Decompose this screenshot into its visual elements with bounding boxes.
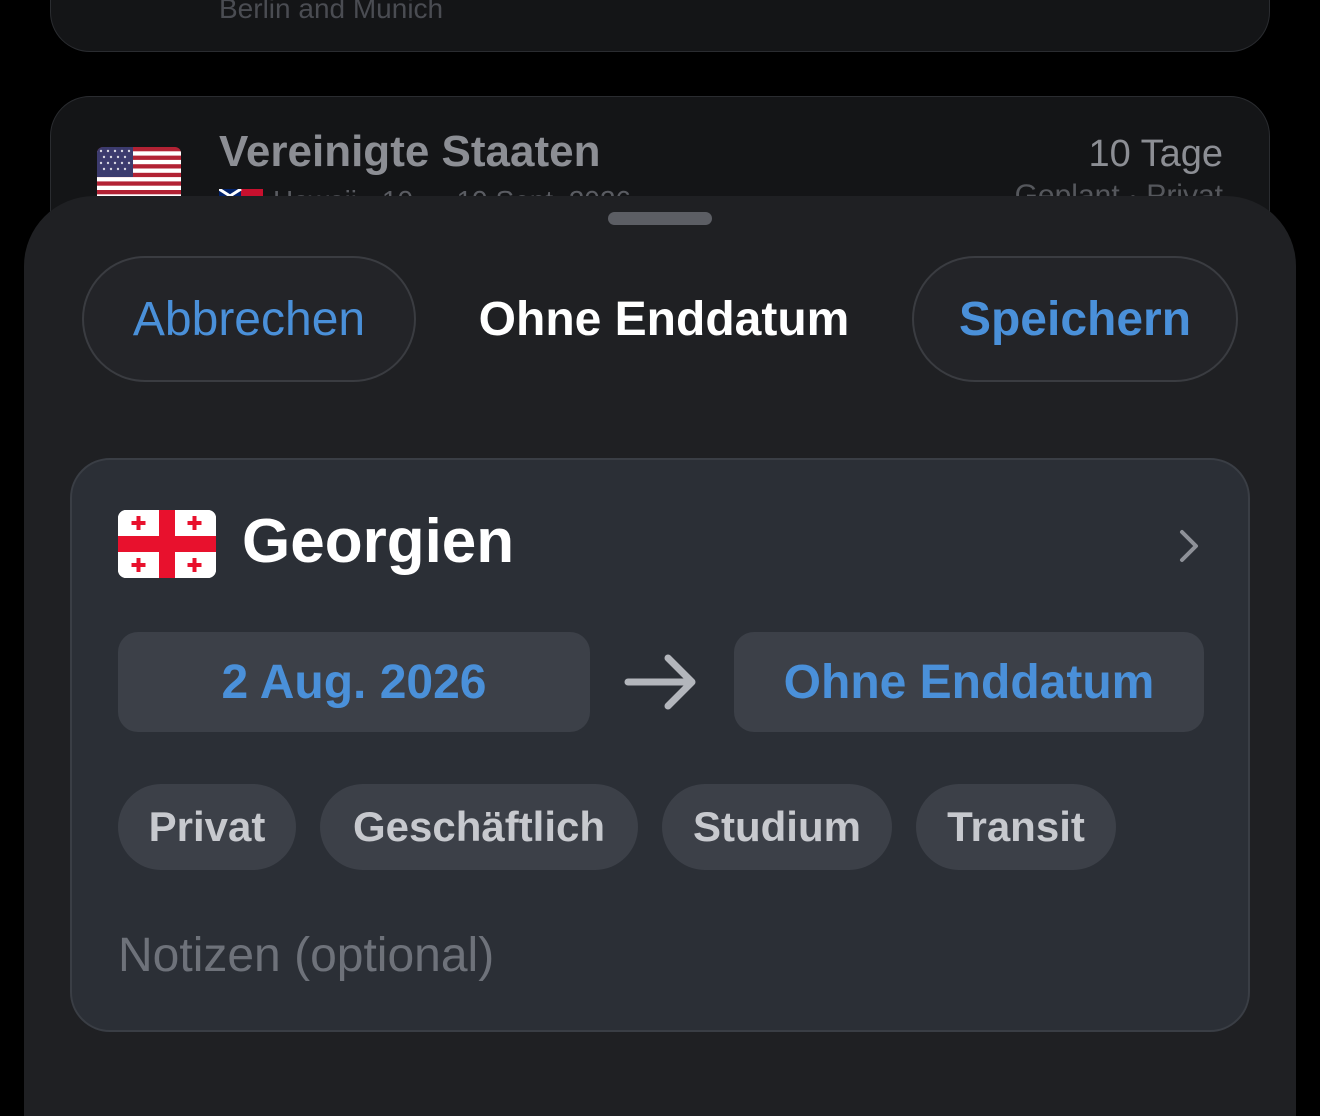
sheet-title: Ohne Enddatum <box>478 292 850 346</box>
start-date-button[interactable]: 2 Aug. 2026 <box>118 632 590 732</box>
end-date-button[interactable]: Ohne Enddatum <box>734 632 1204 732</box>
chevron-right-icon[interactable] <box>1174 526 1204 566</box>
trip-card: Georgien 2 Aug. 2026 Ohne Enddatum Priva… <box>70 458 1250 1032</box>
arrow-right-icon <box>622 648 702 716</box>
background-trip-card-1[interactable]: Berlin and Munich <box>50 0 1270 52</box>
background-trip-title: Vereinigte Staaten <box>219 127 601 176</box>
us-flag-icon <box>97 147 181 203</box>
purpose-chip-transit[interactable]: Transit <box>916 784 1116 870</box>
purpose-chip-privat[interactable]: Privat <box>118 784 296 870</box>
cancel-button[interactable]: Abbrechen <box>82 256 416 382</box>
notes-input[interactable] <box>118 920 1118 990</box>
georgia-flag-icon <box>118 510 216 578</box>
background-trip-days: 10 Tage <box>1088 133 1223 175</box>
country-name[interactable]: Georgien <box>242 506 514 577</box>
sheet-grabber[interactable] <box>608 212 712 225</box>
edit-trip-sheet: Abbrechen Ohne Enddatum Speichern Georgi… <box>24 196 1296 1116</box>
purpose-chip-geschaeftlich[interactable]: Geschäftlich <box>320 784 638 870</box>
purpose-chip-studium[interactable]: Studium <box>662 784 892 870</box>
save-button[interactable]: Speichern <box>912 256 1238 382</box>
background-trip-subtitle: Berlin and Munich <box>219 0 444 24</box>
